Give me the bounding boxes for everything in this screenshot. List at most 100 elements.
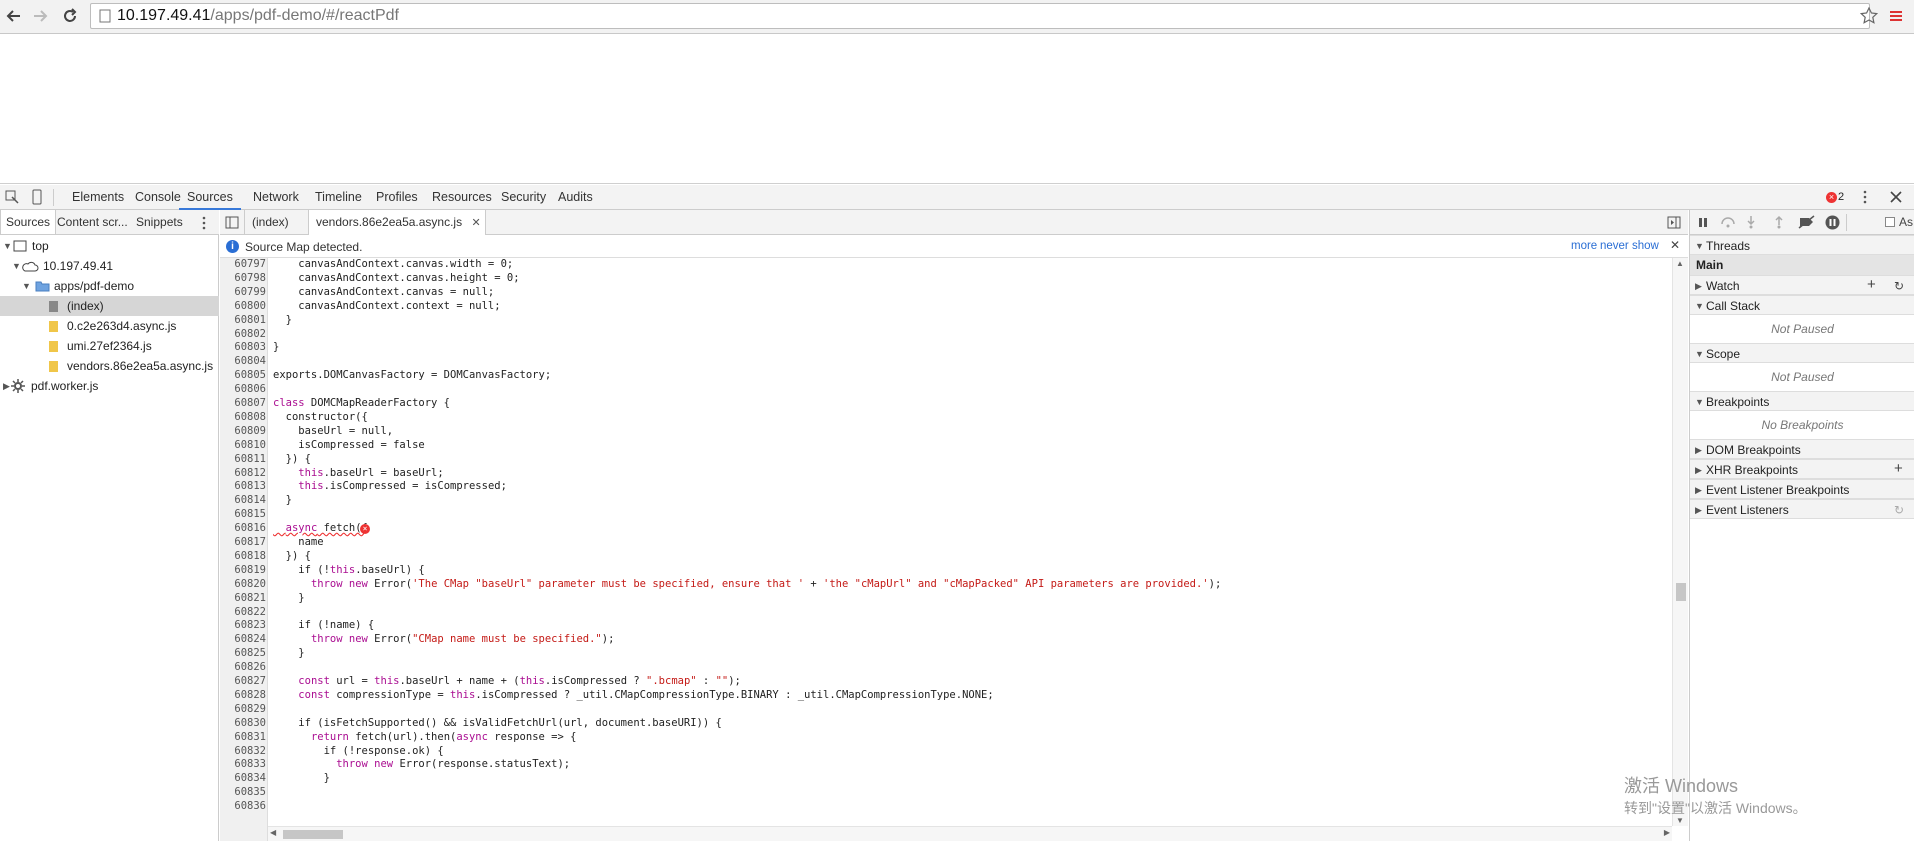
code-line[interactable]: 60824 throw new Error("CMap name must be…: [220, 633, 1670, 647]
error-marker-icon[interactable]: ×: [360, 524, 370, 535]
code-line[interactable]: 60813 this.isCompressed = isCompressed;: [220, 480, 1670, 494]
code-line[interactable]: 60808 constructor({: [220, 411, 1670, 425]
code-line[interactable]: 60810 isCompressed = false: [220, 439, 1670, 453]
tab-audits[interactable]: Audits: [558, 185, 593, 210]
line-number[interactable]: 60815: [220, 508, 266, 522]
code-line[interactable]: 60827 const url = this.baseUrl + name + …: [220, 675, 1670, 689]
code-line[interactable]: 60829: [220, 703, 1670, 717]
line-number[interactable]: 60808: [220, 411, 266, 425]
toggle-debugger-icon[interactable]: [1667, 216, 1681, 229]
line-number[interactable]: 60832: [220, 745, 266, 759]
tree-item-top[interactable]: ▼ top: [0, 236, 219, 256]
code-line[interactable]: 60798 canvasAndContext.canvas.height = 0…: [220, 272, 1670, 286]
tab-sources[interactable]: Sources: [179, 185, 241, 210]
refresh-icon[interactable]: ↻: [1894, 500, 1904, 520]
tree-item-script[interactable]: vendors.86e2ea5a.async.js: [0, 356, 219, 376]
code-line[interactable]: 60816 async fetch({×: [220, 522, 1670, 536]
code-line[interactable]: 60800 canvasAndContext.context = null;: [220, 300, 1670, 314]
line-number[interactable]: 60816: [220, 522, 266, 536]
code-line[interactable]: 60825 }: [220, 647, 1670, 661]
code-line[interactable]: 60807 class DOMCMapReaderFactory {: [220, 397, 1670, 411]
back-button[interactable]: [2, 4, 26, 28]
source-map-more-link[interactable]: more: [1571, 240, 1597, 252]
line-number[interactable]: 60806: [220, 383, 266, 397]
code-line[interactable]: 60832 if (!response.ok) {: [220, 745, 1670, 759]
line-number[interactable]: 60826: [220, 661, 266, 675]
source-map-never-show-link[interactable]: never show: [1600, 240, 1659, 252]
event-listeners-section-header[interactable]: ▶ Event Listeners ↻: [1690, 499, 1914, 519]
line-number[interactable]: 60799: [220, 286, 266, 300]
tab-security[interactable]: Security: [501, 185, 546, 210]
line-number[interactable]: 60802: [220, 328, 266, 342]
code-editor[interactable]: 60797 canvasAndContext.canvas.width = 0;…: [220, 258, 1672, 826]
pause-icon[interactable]: [1698, 217, 1708, 228]
line-number[interactable]: 60828: [220, 689, 266, 703]
add-watch-icon[interactable]: +: [1867, 275, 1876, 295]
line-number[interactable]: 60797: [220, 258, 266, 272]
code-line[interactable]: 60831 return fetch(url).then(async respo…: [220, 731, 1670, 745]
tab-profiles[interactable]: Profiles: [376, 185, 418, 210]
code-line[interactable]: 60799 canvasAndContext.canvas = null;: [220, 286, 1670, 300]
code-line[interactable]: 60805 exports.DOMCanvasFactory = DOMCanva…: [220, 369, 1670, 383]
scrollbar-thumb[interactable]: [1676, 583, 1686, 601]
thread-main[interactable]: Main: [1690, 255, 1914, 275]
line-number[interactable]: 60819: [220, 564, 266, 578]
horizontal-scrollbar[interactable]: ◀ ▶: [268, 826, 1672, 841]
code-line[interactable]: 60836: [220, 800, 1670, 814]
line-number[interactable]: 60809: [220, 425, 266, 439]
code-line[interactable]: 60817 name: [220, 536, 1670, 550]
code-line[interactable]: 60826: [220, 661, 1670, 675]
inspect-element-icon[interactable]: [5, 190, 19, 204]
navigator-menu-icon[interactable]: [201, 216, 207, 230]
code-line[interactable]: 60828 const compressionType = this.isCom…: [220, 689, 1670, 703]
line-number[interactable]: 60817: [220, 536, 266, 550]
toggle-navigator-icon[interactable]: [225, 216, 239, 229]
close-devtools-icon[interactable]: [1890, 191, 1902, 203]
code-line[interactable]: 60806: [220, 383, 1670, 397]
nav-tab-content-scripts[interactable]: Content scr...: [57, 210, 128, 234]
line-number[interactable]: 60830: [220, 717, 266, 731]
address-bar[interactable]: 10.197.49.41/apps/pdf-demo/#/reactPdf: [90, 3, 1870, 29]
breakpoints-section-header[interactable]: ▼ Breakpoints: [1690, 391, 1914, 411]
line-number[interactable]: 60800: [220, 300, 266, 314]
line-number[interactable]: 60801: [220, 314, 266, 328]
code-line[interactable]: 60819 if (!this.baseUrl) {: [220, 564, 1670, 578]
line-number[interactable]: 60814: [220, 494, 266, 508]
call-stack-section-header[interactable]: ▼ Call Stack: [1690, 295, 1914, 315]
tree-item-index[interactable]: (index): [0, 296, 219, 316]
scroll-left-arrow-icon[interactable]: ◀: [270, 828, 276, 837]
code-line[interactable]: 60834 }: [220, 772, 1670, 786]
code-line[interactable]: 60820 throw new Error('The CMap "baseUrl…: [220, 578, 1670, 592]
code-line[interactable]: 60835: [220, 786, 1670, 800]
line-number[interactable]: 60810: [220, 439, 266, 453]
step-over-icon[interactable]: [1720, 216, 1736, 228]
line-number[interactable]: 60803: [220, 341, 266, 355]
code-line[interactable]: 60830 if (isFetchSupported() && isValidF…: [220, 717, 1670, 731]
add-xhr-breakpoint-icon[interactable]: +: [1894, 459, 1903, 479]
refresh-icon[interactable]: ↻: [1894, 276, 1904, 296]
line-number[interactable]: 60824: [220, 633, 266, 647]
code-line[interactable]: 60797 canvasAndContext.canvas.width = 0;: [220, 258, 1670, 272]
line-number[interactable]: 60812: [220, 467, 266, 481]
tree-item-script[interactable]: 0.c2e263d4.async.js: [0, 316, 219, 336]
line-number[interactable]: 60835: [220, 786, 266, 800]
code-line[interactable]: 60804: [220, 355, 1670, 369]
code-line[interactable]: 60814 }: [220, 494, 1670, 508]
code-line[interactable]: 60812 this.baseUrl = baseUrl;: [220, 467, 1670, 481]
line-number[interactable]: 60821: [220, 592, 266, 606]
kebab-menu-icon[interactable]: [1862, 190, 1868, 204]
xhr-breakpoints-section-header[interactable]: ▶ XHR Breakpoints +: [1690, 459, 1914, 479]
line-number[interactable]: 60834: [220, 772, 266, 786]
device-mode-icon[interactable]: [30, 189, 44, 205]
reload-button[interactable]: [58, 4, 82, 28]
line-number[interactable]: 60811: [220, 453, 266, 467]
tree-item-worker[interactable]: ▶ pdf.worker.js: [0, 376, 219, 396]
tab-console[interactable]: Console: [135, 185, 181, 210]
nav-tab-snippets[interactable]: Snippets: [136, 210, 183, 234]
line-number[interactable]: 60813: [220, 480, 266, 494]
code-line[interactable]: 60821 }: [220, 592, 1670, 606]
line-number[interactable]: 60822: [220, 606, 266, 620]
tab-resources[interactable]: Resources: [432, 185, 492, 210]
code-line[interactable]: 60803}: [220, 341, 1670, 355]
browser-menu-button[interactable]: [1884, 4, 1908, 28]
